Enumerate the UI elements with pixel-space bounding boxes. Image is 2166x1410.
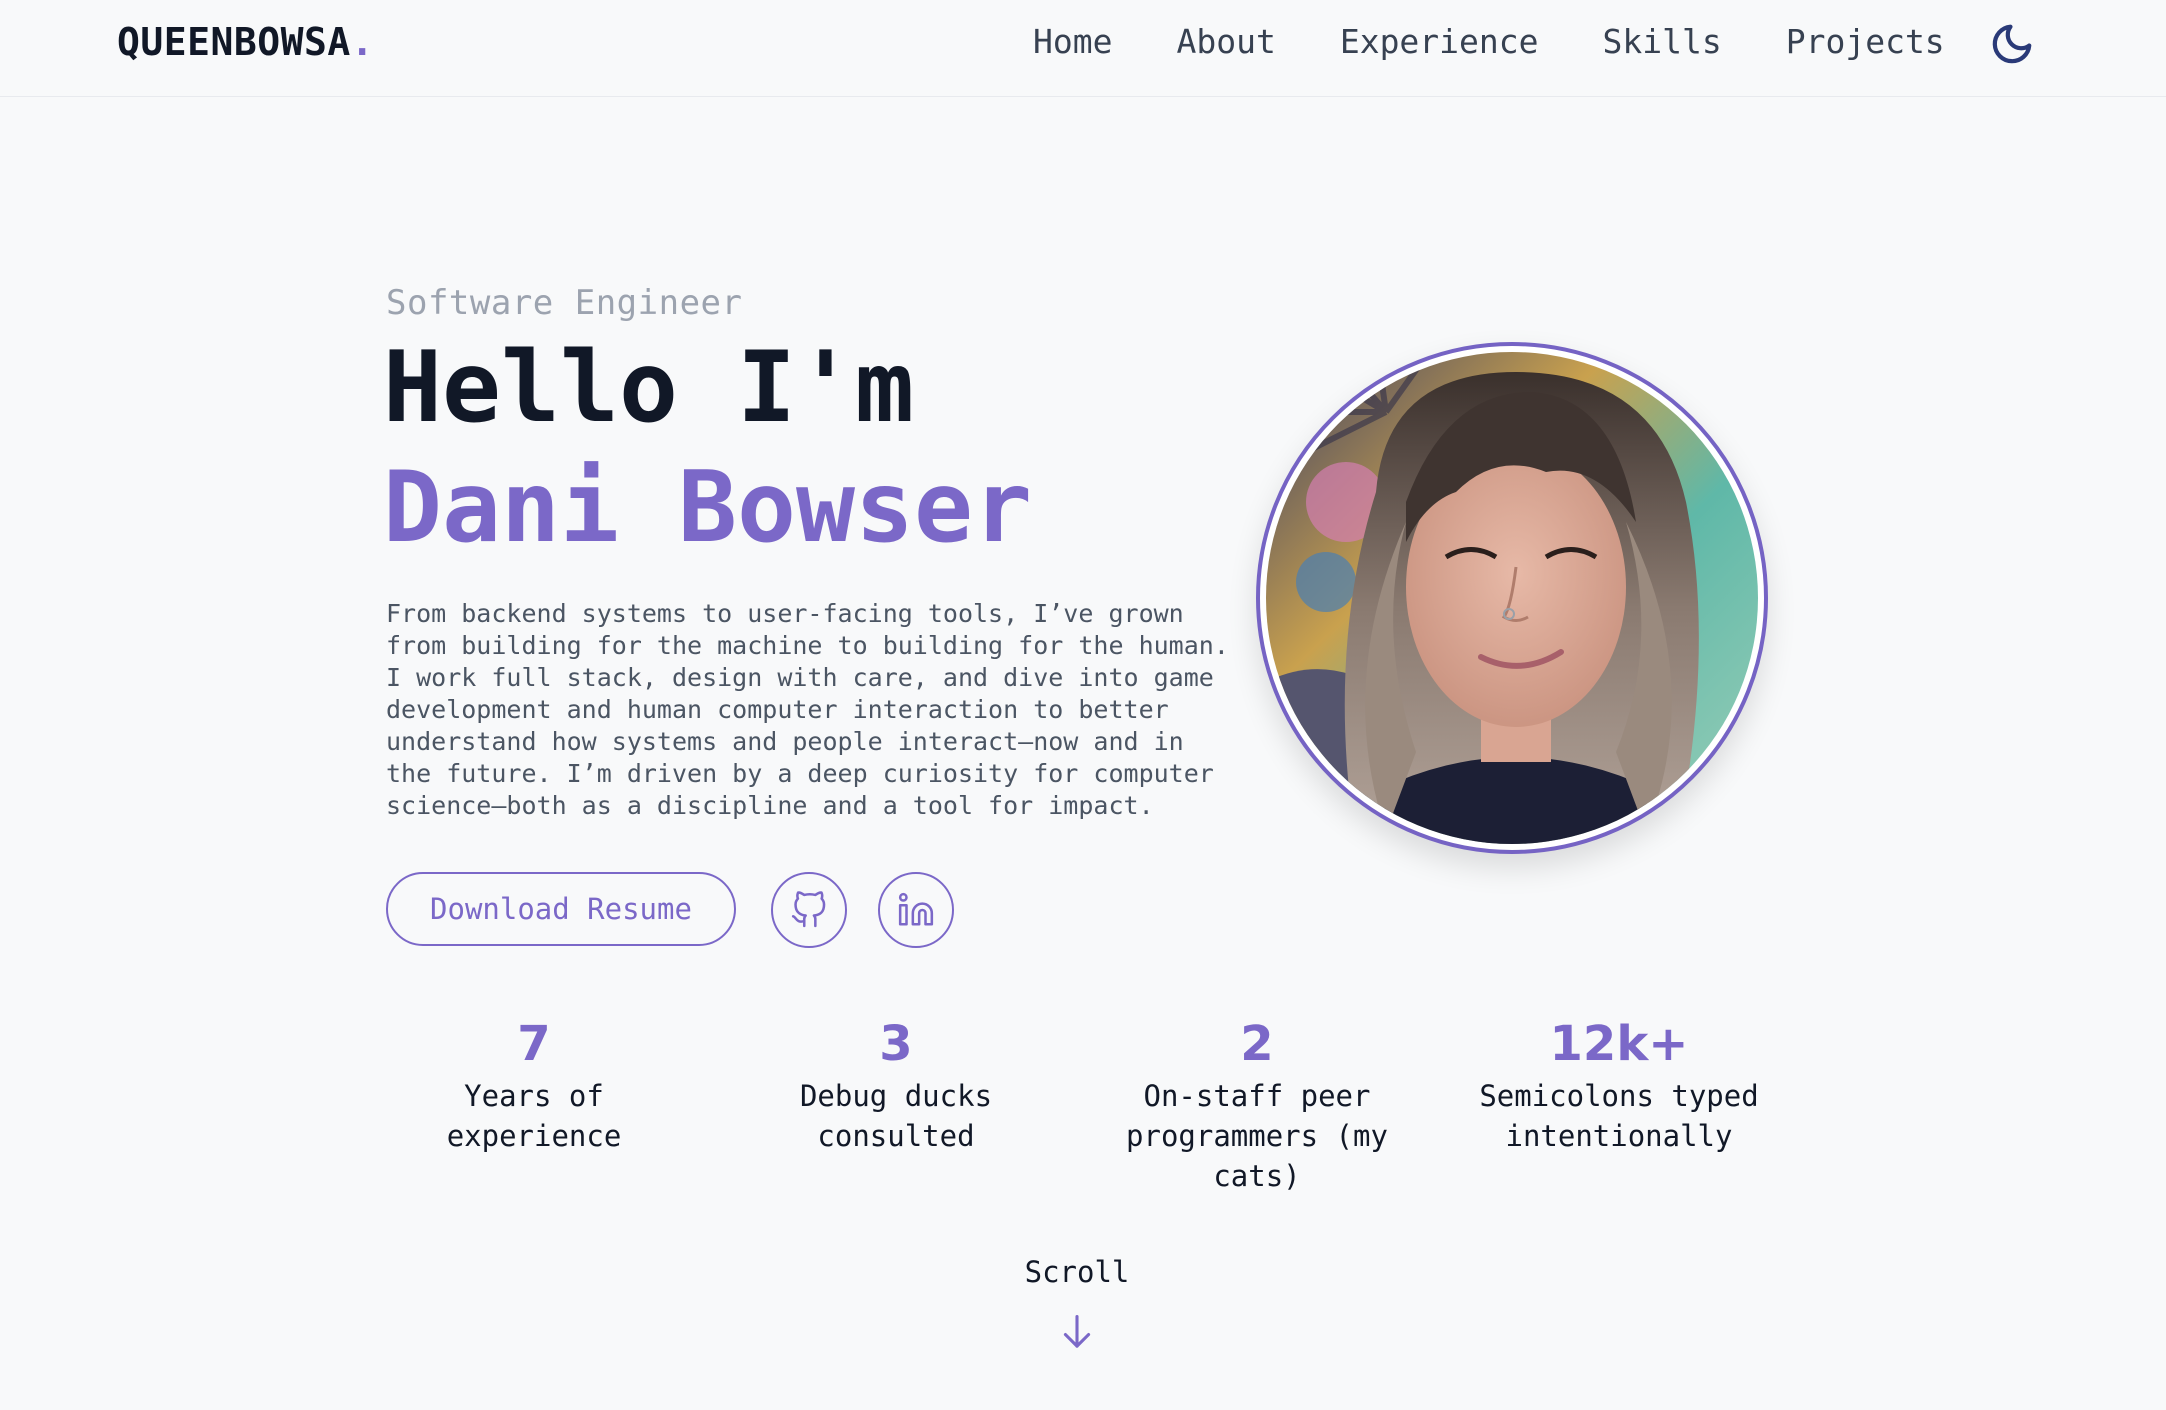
download-resume-button[interactable]: Download Resume xyxy=(386,872,736,946)
site-header: QUEENBOWSA. Home About Experience Skills… xyxy=(0,0,2166,97)
stat-label: On-staff peer programmers (my cats) xyxy=(1126,1079,1388,1193)
github-icon xyxy=(791,891,826,928)
moon-icon xyxy=(1992,24,2032,64)
stat-label: Debug ducks consulted xyxy=(799,1079,993,1153)
stat-value: 2 xyxy=(1240,1016,1274,1072)
logo[interactable]: QUEENBOWSA. xyxy=(117,20,374,64)
logo-dot: . xyxy=(350,20,375,64)
name-heading: Dani Bowser xyxy=(383,451,1033,565)
nav-projects[interactable]: Projects xyxy=(1786,22,1945,61)
greeting-heading: Hello I'm xyxy=(383,331,915,445)
linkedin-icon xyxy=(898,892,934,926)
nav-skills[interactable]: Skills xyxy=(1603,22,1722,61)
profile-photo xyxy=(1256,342,1768,854)
stat-label: Semicolons typed intentionally xyxy=(1479,1079,1759,1153)
bio-paragraph: From backend systems to user-facing tool… xyxy=(386,599,1229,820)
linkedin-link[interactable] xyxy=(878,872,954,948)
arrow-down-icon[interactable] xyxy=(1061,1314,1093,1350)
stat-label: Years of experience xyxy=(446,1079,622,1153)
github-link[interactable] xyxy=(771,872,847,948)
portrait-illustration xyxy=(1266,352,1758,844)
role-subtitle: Software Engineer xyxy=(386,283,743,323)
stat-years: 7 Years of experience xyxy=(374,1012,694,1156)
stat-semicolons: 12k+ Semicolons typed intentionally xyxy=(1459,1012,1779,1156)
stat-peer-programmers: 2 On-staff peer programmers (my cats) xyxy=(1097,1012,1417,1196)
theme-toggle-button[interactable] xyxy=(1988,20,2036,68)
stat-value: 12k+ xyxy=(1549,1016,1689,1072)
nav-experience[interactable]: Experience xyxy=(1340,22,1539,61)
stat-value: 3 xyxy=(879,1016,913,1072)
main-nav: Home About Experience Skills Projects xyxy=(1033,22,2009,61)
nav-home[interactable]: Home xyxy=(1033,22,1112,61)
stat-debug-ducks: 3 Debug ducks consulted xyxy=(736,1012,1056,1156)
nav-about[interactable]: About xyxy=(1176,22,1275,61)
stat-value: 7 xyxy=(517,1016,551,1072)
scroll-indicator[interactable]: Scroll xyxy=(977,1255,1177,1289)
profile-photo-image xyxy=(1266,352,1758,844)
logo-text: QUEENBOWSA xyxy=(117,20,351,64)
